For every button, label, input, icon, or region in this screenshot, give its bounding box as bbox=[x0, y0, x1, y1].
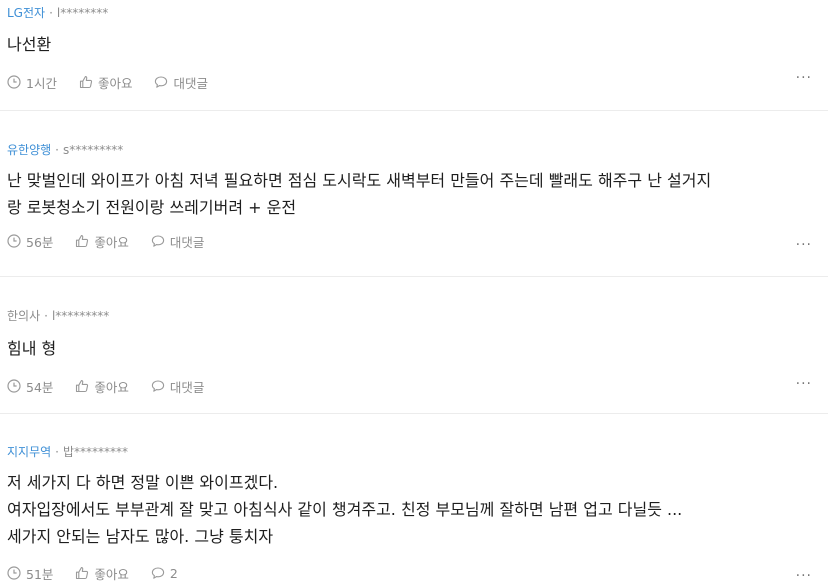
time-label: 51분 bbox=[26, 566, 54, 582]
reply-button[interactable]: 대댓글 bbox=[151, 232, 205, 251]
speech-bubble-icon bbox=[151, 235, 165, 247]
comment-item: 한의사 · l********* 힘내 형 54분 좋아요 대댓글 ··· bbox=[0, 276, 828, 413]
like-label: 좋아요 bbox=[94, 379, 129, 395]
like-button[interactable]: 좋아요 bbox=[75, 232, 129, 251]
comment-item: 유한양행 · s********* 난 맞벌인데 와이프가 아침 저녁 필요하면… bbox=[0, 110, 828, 276]
thumbs-up-icon bbox=[79, 76, 93, 89]
comment-actions: 56분 좋아요 대댓글 bbox=[7, 231, 828, 251]
clock-icon bbox=[7, 234, 21, 248]
comment-time: 1시간 bbox=[7, 73, 57, 92]
company-name[interactable]: 지지무역 bbox=[7, 444, 51, 460]
time-label: 1시간 bbox=[26, 75, 57, 91]
comment-actions: 1시간 좋아요 대댓글 bbox=[7, 72, 828, 92]
comment-time: 51분 bbox=[7, 564, 53, 583]
comment-meta: 한의사 · l********* bbox=[7, 277, 828, 324]
user-id: l******** bbox=[56, 6, 109, 20]
comment-actions: 51분 좋아요 2 bbox=[7, 563, 828, 583]
user-id: 밥********* bbox=[63, 445, 129, 459]
like-label: 좋아요 bbox=[94, 566, 129, 582]
comment-actions: 54분 좋아요 대댓글 bbox=[7, 376, 828, 396]
like-label: 좋아요 bbox=[94, 234, 129, 250]
clock-icon bbox=[7, 75, 21, 89]
thumbs-up-icon bbox=[76, 235, 89, 248]
company-name[interactable]: 유한양행 bbox=[7, 142, 51, 158]
comment-meta: LG전자 · l******** bbox=[7, 0, 828, 21]
company-name[interactable]: 한의사 bbox=[7, 308, 40, 324]
comment-time: 54분 bbox=[7, 377, 53, 396]
meta-separator: · bbox=[55, 143, 59, 157]
reply-label: 대댓글 bbox=[173, 75, 208, 91]
reply-count: 2 bbox=[169, 565, 178, 581]
comment-time: 56분 bbox=[7, 232, 53, 251]
user-id: l********* bbox=[51, 309, 110, 323]
comment-body: 나선환 bbox=[7, 35, 52, 54]
speech-bubble-icon bbox=[155, 76, 168, 88]
comment-meta: 지지무역 · 밥********* bbox=[7, 414, 828, 460]
comment-body: 저 세가지 다 하면 정말 이쁜 와이프겠다. 여자입장에서도 부부관계 잘 맞… bbox=[7, 473, 683, 546]
time-label: 56분 bbox=[26, 234, 54, 250]
time-label: 54분 bbox=[26, 379, 54, 395]
like-button[interactable]: 좋아요 bbox=[75, 564, 129, 583]
clock-icon bbox=[7, 566, 21, 580]
comment-meta: 유한양행 · s********* bbox=[7, 111, 828, 158]
comment-body: 난 맞벌인데 와이프가 아침 저녁 필요하면 점심 도시락도 새벽부터 만들어 … bbox=[7, 171, 712, 217]
meta-separator: · bbox=[49, 6, 53, 20]
like-button[interactable]: 좋아요 bbox=[75, 377, 129, 396]
more-dots-icon[interactable]: ··· bbox=[796, 377, 812, 391]
reply-button[interactable]: 대댓글 bbox=[154, 73, 208, 92]
like-label: 좋아요 bbox=[97, 75, 133, 91]
thumbs-up-icon bbox=[76, 380, 89, 393]
company-name[interactable]: LG전자 bbox=[7, 5, 45, 21]
more-dots-icon[interactable]: ··· bbox=[796, 71, 812, 85]
reply-label: 대댓글 bbox=[169, 379, 205, 395]
reply-label: 대댓글 bbox=[169, 234, 205, 250]
comment-item: LG전자 · l******** 나선환 1시간 좋아요 대댓글 ··· bbox=[0, 0, 828, 110]
more-dots-icon[interactable]: ··· bbox=[796, 238, 812, 252]
clock-icon bbox=[7, 379, 21, 393]
meta-separator: · bbox=[55, 445, 59, 459]
reply-button[interactable]: 2 bbox=[151, 566, 178, 581]
comment-item: 지지무역 · 밥********* 저 세가지 다 하면 정말 이쁜 와이프겠다… bbox=[0, 413, 828, 583]
like-button[interactable]: 좋아요 bbox=[79, 73, 133, 92]
comment-feed: LG전자 · l******** 나선환 1시간 좋아요 대댓글 ··· 유한양… bbox=[0, 0, 828, 583]
comment-body: 힘내 형 bbox=[7, 339, 57, 358]
speech-bubble-icon bbox=[151, 380, 165, 392]
user-id: s********* bbox=[63, 143, 124, 157]
meta-separator: · bbox=[44, 309, 48, 323]
speech-bubble-icon bbox=[151, 567, 165, 579]
reply-button[interactable]: 대댓글 bbox=[151, 377, 205, 396]
thumbs-up-icon bbox=[76, 567, 89, 580]
